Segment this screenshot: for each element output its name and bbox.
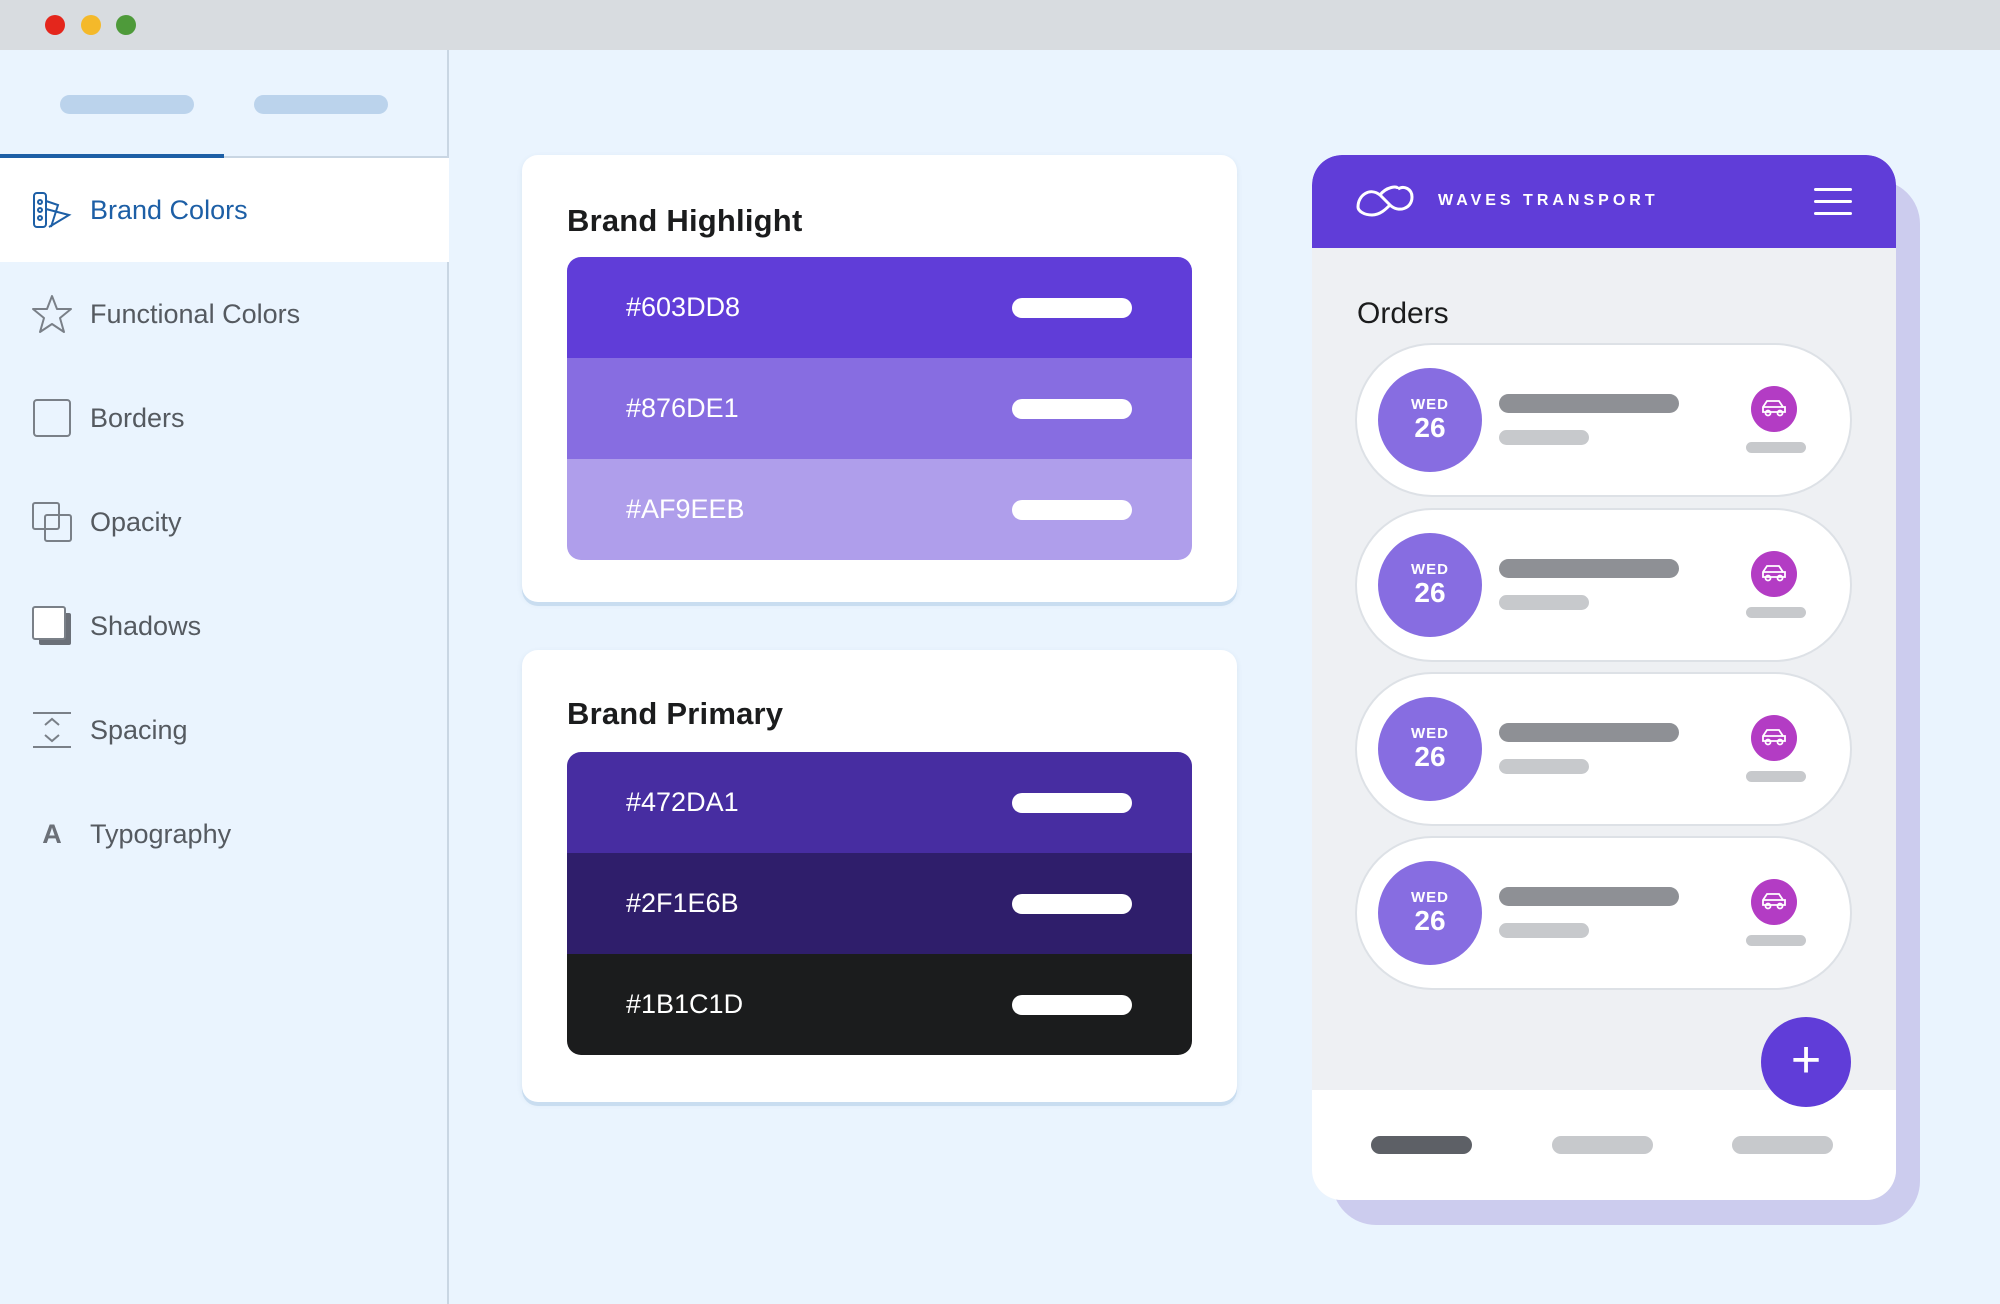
card-title: Brand Primary <box>567 696 784 731</box>
sidebar-tab-2[interactable] <box>254 95 388 114</box>
sidebar-item-label: Spacing <box>90 714 188 745</box>
swatch-hex: #876DE1 <box>626 393 739 423</box>
sidebar-item-label: Functional Colors <box>90 298 301 329</box>
color-swatch[interactable]: #AF9EEB <box>567 459 1192 560</box>
placeholder-line <box>1499 559 1679 578</box>
sidebar-nav: Brand Colors Functional Colors Borders O… <box>0 158 449 886</box>
waves-logo-icon <box>1356 185 1414 217</box>
bottom-nav-item-2[interactable] <box>1552 1136 1653 1154</box>
placeholder-line <box>1499 394 1679 413</box>
date-day: WED <box>1411 725 1449 742</box>
date-number: 26 <box>1414 412 1446 443</box>
brand-highlight-card: Brand Highlight #603DD8 #876DE1 #AF9EEB <box>522 155 1237 602</box>
placeholder-line <box>1746 771 1806 782</box>
swatch-list: #603DD8 #876DE1 #AF9EEB <box>567 257 1192 560</box>
swatch-hex: #AF9EEB <box>626 494 745 524</box>
swatch-placeholder-bar <box>1012 995 1132 1015</box>
placeholder-line <box>1746 442 1806 453</box>
brand-name: WAVES TRANSPORT <box>1438 192 1659 209</box>
window-titlebar <box>0 0 2000 50</box>
placeholder-line <box>1499 887 1679 906</box>
sidebar-item-functional-colors[interactable]: Functional Colors <box>0 262 449 366</box>
sidebar-item-typography[interactable]: A Typography <box>0 782 449 886</box>
sidebar-item-label: Borders <box>90 402 185 433</box>
orders-title: Orders <box>1357 297 1449 330</box>
swatch-placeholder-bar <box>1012 399 1132 419</box>
date-badge: WED 26 <box>1378 697 1482 801</box>
hamburger-menu-icon[interactable] <box>1814 188 1852 216</box>
sidebar-item-borders[interactable]: Borders <box>0 366 449 470</box>
date-day: WED <box>1411 561 1449 578</box>
add-order-button[interactable]: + <box>1761 1017 1851 1107</box>
sidebar: Brand Colors Functional Colors Borders O… <box>0 50 449 1304</box>
swatch-hex: #603DD8 <box>626 292 741 322</box>
swatch-hex: #472DA1 <box>626 787 739 817</box>
placeholder-line <box>1746 935 1806 946</box>
shadow-icon <box>30 604 74 648</box>
date-badge: WED 26 <box>1378 861 1482 965</box>
car-icon <box>1751 715 1797 761</box>
card-title: Brand Highlight <box>567 203 803 238</box>
bottom-nav-item-1[interactable] <box>1371 1136 1472 1154</box>
sidebar-item-label: Shadows <box>90 610 202 641</box>
order-card[interactable]: WED 26 <box>1357 674 1850 824</box>
car-icon <box>1751 551 1797 597</box>
placeholder-line <box>1499 430 1589 445</box>
sidebar-item-label: Typography <box>90 818 232 849</box>
placeholder-line <box>1499 595 1589 610</box>
color-swatch[interactable]: #2F1E6B <box>567 853 1192 954</box>
date-day: WED <box>1411 396 1449 413</box>
order-card[interactable]: WED 26 <box>1357 345 1850 495</box>
placeholder-line <box>1499 759 1589 774</box>
square-icon <box>30 396 74 440</box>
sidebar-tab-1[interactable] <box>60 95 194 114</box>
sidebar-item-brand-colors[interactable]: Brand Colors <box>0 158 449 262</box>
swatch-hex: #1B1C1D <box>626 989 744 1019</box>
order-card[interactable]: WED 26 <box>1357 838 1850 988</box>
car-icon <box>1751 879 1797 925</box>
date-badge: WED 26 <box>1378 533 1482 637</box>
date-day: WED <box>1411 889 1449 906</box>
opacity-icon <box>30 500 74 544</box>
window-minimize-button[interactable] <box>81 15 101 35</box>
color-swatch[interactable]: #603DD8 <box>567 257 1192 358</box>
placeholder-line <box>1499 723 1679 742</box>
color-swatch[interactable]: #1B1C1D <box>567 954 1192 1055</box>
date-number: 26 <box>1414 741 1446 772</box>
sidebar-item-spacing[interactable]: Spacing <box>0 678 449 782</box>
phone-mockup: WAVES TRANSPORT Orders WED 26 WED 26 WED <box>1312 155 1896 1200</box>
app-header: WAVES TRANSPORT <box>1312 155 1896 248</box>
color-swatch[interactable]: #876DE1 <box>567 358 1192 459</box>
sidebar-item-shadows[interactable]: Shadows <box>0 574 449 678</box>
placeholder-line <box>1746 607 1806 618</box>
swatch-list: #472DA1 #2F1E6B #1B1C1D <box>567 752 1192 1055</box>
date-number: 26 <box>1414 905 1446 936</box>
palette-icon <box>30 188 74 232</box>
swatch-hex: #2F1E6B <box>626 888 739 918</box>
color-swatch[interactable]: #472DA1 <box>567 752 1192 853</box>
brand-primary-card: Brand Primary #472DA1 #2F1E6B #1B1C1D <box>522 650 1237 1102</box>
swatch-placeholder-bar <box>1012 500 1132 520</box>
typography-icon: A <box>42 818 62 849</box>
date-badge: WED 26 <box>1378 368 1482 472</box>
sidebar-item-label: Brand Colors <box>90 194 248 225</box>
swatch-placeholder-bar <box>1012 894 1132 914</box>
order-card[interactable]: WED 26 <box>1357 510 1850 660</box>
window-close-button[interactable] <box>45 15 65 35</box>
sidebar-item-opacity[interactable]: Opacity <box>0 470 449 574</box>
placeholder-line <box>1499 923 1589 938</box>
window-maximize-button[interactable] <box>116 15 136 35</box>
sidebar-item-label: Opacity <box>90 506 182 537</box>
swatch-placeholder-bar <box>1012 298 1132 318</box>
swatch-placeholder-bar <box>1012 793 1132 813</box>
spacing-icon <box>30 708 74 752</box>
bottom-nav-item-3[interactable] <box>1732 1136 1833 1154</box>
date-number: 26 <box>1414 577 1446 608</box>
car-icon <box>1751 386 1797 432</box>
star-icon <box>30 292 74 336</box>
